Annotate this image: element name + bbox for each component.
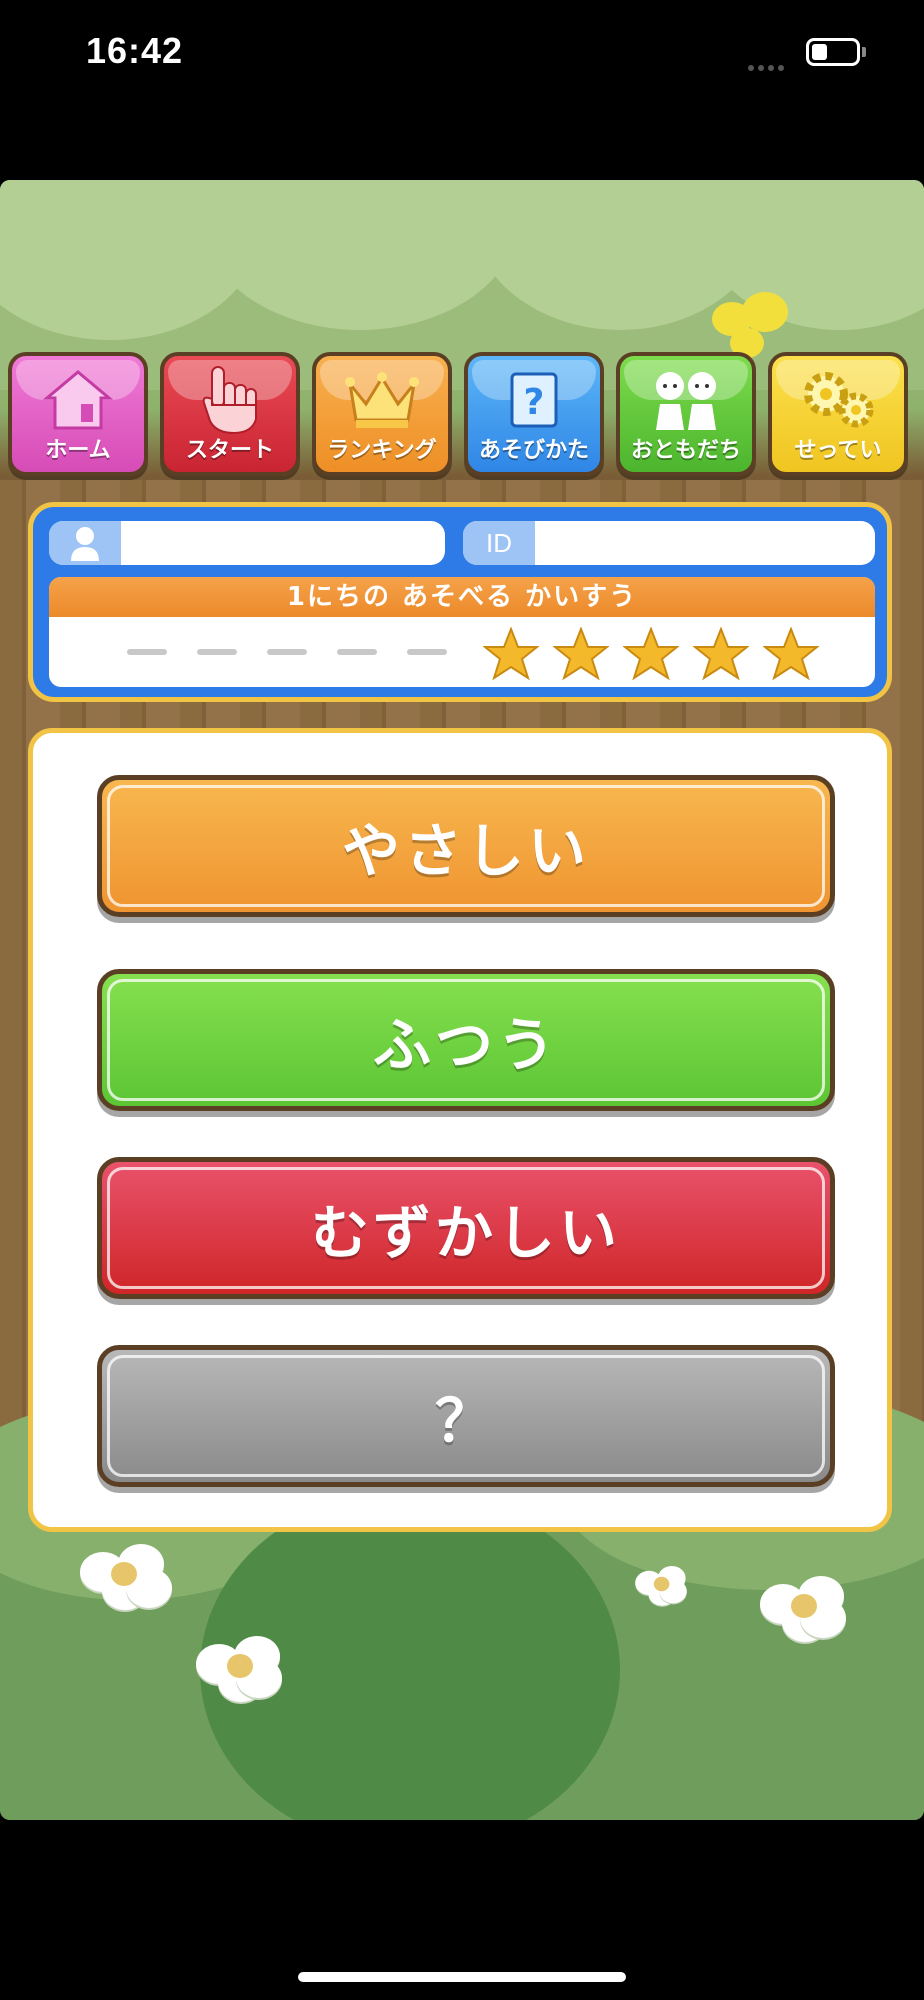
crown-icon xyxy=(316,364,448,436)
nav-settings-button[interactable]: せってい xyxy=(768,352,908,476)
daily-plays-meter xyxy=(49,617,875,687)
battery-icon xyxy=(806,38,860,66)
difficulty-normal-label: ふつう xyxy=(372,1011,559,1079)
nav-ranking-label: ランキング xyxy=(327,438,437,463)
nav-howto-button[interactable]: ? あそびかた xyxy=(464,352,604,476)
difficulty-panel: やさしい ふつう むずかしい ？ xyxy=(28,728,892,1532)
flower-icon xyxy=(635,1562,687,1606)
home-icon xyxy=(12,364,144,436)
difficulty-secret-label: ？ xyxy=(434,1387,497,1455)
user-name-field xyxy=(49,521,445,565)
status-bar: 16:42 xyxy=(0,0,924,110)
pointing-hand-icon xyxy=(164,364,296,436)
nav-home-button[interactable]: ホーム xyxy=(8,352,148,476)
difficulty-easy-label: やさしい xyxy=(341,817,590,885)
difficulty-normal-button[interactable]: ふつう xyxy=(97,969,835,1111)
id-label: ID xyxy=(463,521,535,565)
player-id-field: ID xyxy=(463,521,875,565)
flower-icon xyxy=(760,1570,846,1642)
difficulty-hard-button[interactable]: むずかしい xyxy=(97,1157,835,1299)
daily-plays-title: 1にちの あそべる かいすう xyxy=(49,577,875,617)
flower-icon xyxy=(80,1538,172,1610)
difficulty-easy-button[interactable]: やさしい xyxy=(97,775,835,917)
user-icon xyxy=(49,521,121,565)
used-play-dash xyxy=(127,649,167,655)
used-play-dash xyxy=(337,649,377,655)
nav-home-label: ホーム xyxy=(45,438,111,463)
question-icon: ? xyxy=(468,364,600,436)
star-icon xyxy=(623,627,679,681)
friends-icon xyxy=(620,364,752,436)
nav-start-label: スタート xyxy=(185,438,274,463)
cellular-dots-icon xyxy=(748,56,792,71)
star-icon xyxy=(763,627,819,681)
star-icon xyxy=(553,627,609,681)
used-play-dash xyxy=(267,649,307,655)
gears-icon xyxy=(772,364,904,436)
difficulty-hard-label: むずかしい xyxy=(310,1199,621,1267)
star-icon xyxy=(483,627,539,681)
nav-howto-label: あそびかた xyxy=(478,438,589,463)
nav-friends-button[interactable]: おともだち xyxy=(616,352,756,476)
nav-friends-label: おともだち xyxy=(630,438,741,463)
battery-fill xyxy=(812,44,827,60)
star-icon xyxy=(693,627,749,681)
home-indicator[interactable] xyxy=(298,1972,626,1982)
flower-icon xyxy=(196,1630,282,1702)
used-play-dash xyxy=(197,649,237,655)
battery-tip xyxy=(862,47,866,57)
nav-start-button[interactable]: スタート xyxy=(160,352,300,476)
nav-ranking-button[interactable]: ランキング xyxy=(312,352,452,476)
daily-plays-box: 1にちの あそべる かいすう xyxy=(49,577,875,687)
main-nav: ホーム スタート ランキング ? あそびかた おともだち せってい xyxy=(8,352,918,478)
difficulty-secret-button[interactable]: ？ xyxy=(97,1345,835,1487)
player-info-panel: ID 1にちの あそべる かいすう xyxy=(28,502,892,702)
svg-text:?: ? xyxy=(524,382,545,423)
status-time: 16:42 xyxy=(86,30,184,71)
used-play-dash xyxy=(407,649,447,655)
nav-settings-label: せってい xyxy=(794,438,882,463)
